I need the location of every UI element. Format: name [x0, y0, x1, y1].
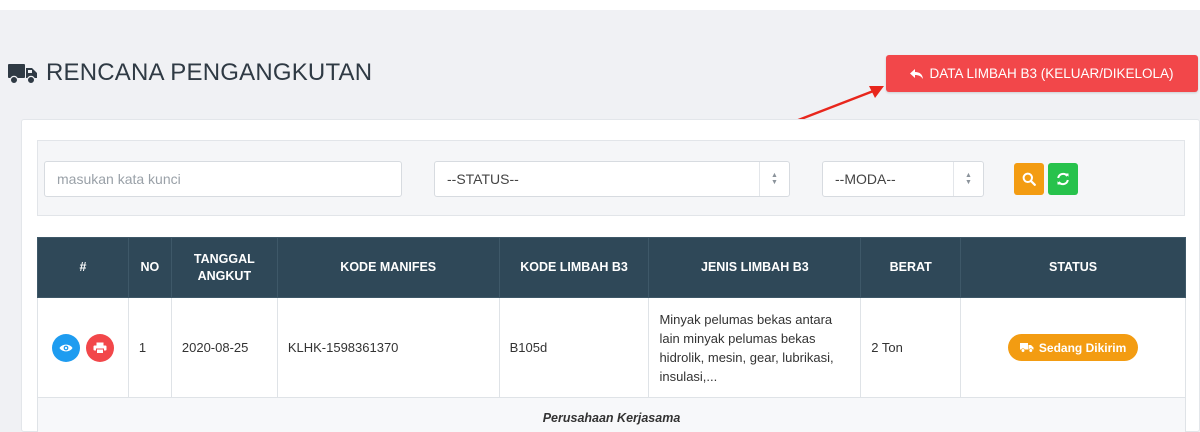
cell-no: 1	[127, 297, 172, 398]
page-title: RENCANA PENGANGKUTAN	[8, 58, 372, 88]
truck-icon	[8, 64, 37, 85]
column-header: KODE MANIFES	[276, 237, 500, 298]
view-button[interactable]	[52, 333, 81, 362]
refresh-icon	[1057, 172, 1069, 186]
column-header: KODE LIMBAH B3	[498, 237, 650, 298]
filter-bar: --STATUS-- ▲▼ --MODA-- ▲▼	[37, 140, 1185, 216]
search-button[interactable]	[1014, 163, 1044, 195]
data-limbah-back-button[interactable]: DATA LIMBAH B3 (KELUAR/DIKELOLA)	[886, 55, 1198, 92]
cell-jenis-limbah: Minyak pelumas bekas antara lain minyak …	[648, 297, 862, 398]
cell-berat: 2 Ton	[860, 297, 962, 398]
print-icon	[93, 342, 107, 354]
eye-icon	[59, 344, 73, 351]
status-badge: Sedang Dikirim	[1007, 334, 1139, 361]
pengangkutan-table: # NO TANGGAL ANGKUT KODE MANIFES KODE LI…	[37, 237, 1186, 432]
select-caret-icon: ▲ ▼	[953, 162, 983, 196]
column-header: NO	[127, 237, 172, 298]
status-select-value: --STATUS--	[447, 171, 519, 187]
main-panel: --STATUS-- ▲▼ --MODA-- ▲▼ # NO	[21, 119, 1200, 432]
print-button[interactable]	[85, 333, 114, 362]
table-header-row: # NO TANGGAL ANGKUT KODE MANIFES KODE LI…	[37, 237, 1186, 298]
refresh-button[interactable]	[1048, 163, 1078, 195]
cell-status: Sedang Dikirim	[960, 297, 1186, 398]
row-actions	[37, 297, 129, 398]
truck-icon	[1019, 343, 1034, 353]
table-sub-row: Perusahaan Kerjasama	[37, 397, 1186, 432]
table-row: 1 2020-08-25 KLHK-1598361370 B105d Minya…	[37, 297, 1186, 398]
cell-kode-manifes: KLHK-1598361370	[276, 297, 500, 398]
moda-select-value: --MODA--	[835, 171, 896, 187]
back-button-label: DATA LIMBAH B3 (KELUAR/DIKELOLA)	[929, 66, 1174, 81]
page-title-text: RENCANA PENGANGKUTAN	[46, 59, 373, 86]
column-header: TANGGAL ANGKUT	[170, 237, 278, 298]
keyword-search-input[interactable]	[44, 161, 402, 197]
topbar-strip	[0, 0, 1200, 10]
select-caret-icon: ▲ ▼	[759, 162, 789, 196]
cell-kode-limbah: B105d	[498, 297, 650, 398]
column-header: JENIS LIMBAH B3	[648, 237, 862, 298]
column-header: STATUS	[960, 237, 1186, 298]
column-header: BERAT	[860, 237, 962, 298]
sub-row-label: Perusahaan Kerjasama	[37, 397, 1186, 432]
status-select[interactable]: --STATUS-- ▲ ▼	[434, 161, 790, 197]
moda-select[interactable]: --MODA-- ▲ ▼	[822, 161, 984, 197]
reply-icon	[910, 68, 924, 79]
status-badge-text: Sedang Dikirim	[1038, 340, 1127, 355]
column-header: #	[37, 237, 129, 298]
search-icon	[1022, 172, 1036, 186]
cell-tanggal-angkut: 2020-08-25	[170, 297, 278, 398]
